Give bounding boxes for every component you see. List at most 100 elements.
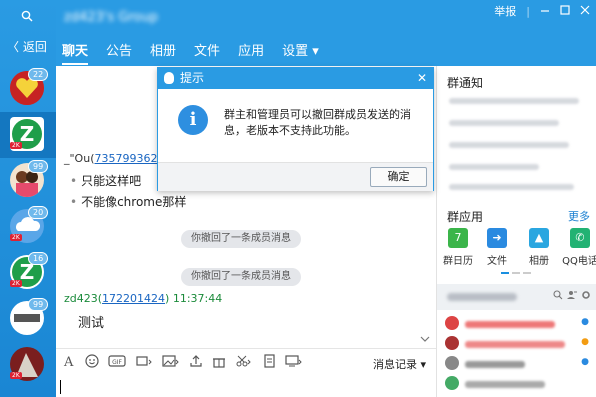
app-files[interactable]: ➜ 文件 (478, 228, 516, 267)
conversation-avatar[interactable]: 99 (0, 158, 56, 204)
member-name (465, 381, 545, 388)
gif-icon[interactable]: GIF (108, 354, 126, 372)
font-icon[interactable]: A (62, 354, 76, 372)
member-row[interactable] (445, 374, 595, 394)
sender-id-link[interactable]: 735799362 (94, 152, 157, 165)
notice-line[interactable] (449, 98, 579, 104)
screen-share-icon[interactable] (285, 354, 303, 372)
dialog-header: 提示 ✕ (158, 68, 433, 89)
app-label: 相册 (529, 256, 549, 267)
calendar-icon: 7 (448, 228, 468, 248)
close-icon[interactable]: ✕ (417, 68, 427, 89)
qq-penguin-icon (164, 72, 174, 84)
app-calendar[interactable]: 7 群日历 (439, 228, 477, 267)
unread-badge: 22 (28, 68, 49, 81)
file-icon: ➜ (487, 228, 507, 248)
member-name (465, 361, 525, 368)
window-controls: 举报 | (494, 3, 590, 19)
member-row[interactable]: ● (445, 354, 595, 374)
text-caret (60, 380, 61, 394)
sender-id-link[interactable]: 172201424 (102, 292, 165, 305)
search-icon[interactable] (20, 10, 34, 24)
message-text: 只能这样吧 (70, 172, 141, 189)
info-dialog: 提示 ✕ i 群主和管理员可以撤回群成员发送的消息，老版本不支持此功能。 确定 (157, 67, 434, 191)
conversation-avatar[interactable]: 20 2K (0, 204, 56, 250)
tab-album[interactable]: 相册 (150, 40, 176, 65)
member-badge-icon: ● (581, 357, 589, 367)
group-title: zd423's Group (64, 10, 158, 25)
sidebar: 〈 返回 22 Z 2K 99 20 2K Z 16 2K 99 2K (0, 0, 56, 397)
message-text: 测试 (78, 316, 105, 331)
header: zd423's Group 举报 | 聊天 公告 相册 文件 应用 设置 ▾ (56, 0, 596, 66)
svg-text:A: A (63, 355, 74, 368)
app-qq-call[interactable]: ✆ QQ电话 (561, 228, 596, 267)
app-album[interactable]: ▲ 相册 (520, 228, 558, 267)
group-apps-title: 群应用 (447, 210, 484, 224)
message-input[interactable] (56, 376, 436, 397)
unread-badge: 20 (28, 206, 49, 219)
member-badge-icon: ● (581, 317, 589, 327)
sender-name: zd423( (64, 292, 103, 305)
conversation-avatar-active[interactable]: Z 2K (0, 112, 56, 158)
conversation-avatar[interactable]: 2K (0, 342, 56, 388)
tab-files[interactable]: 文件 (194, 40, 220, 65)
phone-icon: ✆ (570, 228, 590, 248)
dialog-footer: 确定 (158, 162, 433, 191)
scroll-down-icon[interactable] (420, 335, 430, 346)
sender-name: _"Ou( (64, 152, 95, 165)
separator: | (526, 4, 530, 18)
more-apps-link[interactable]: 更多 (568, 208, 590, 224)
conversation-avatar[interactable]: 99 (0, 296, 56, 342)
report-link[interactable]: 举报 (494, 3, 516, 19)
tab-announcement[interactable]: 公告 (106, 40, 132, 65)
conversation-avatar[interactable]: 22 (0, 66, 56, 112)
search-icon[interactable] (553, 290, 563, 303)
tab-apps[interactable]: 应用 (238, 40, 264, 65)
back-button[interactable]: 〈 返回 (7, 38, 47, 55)
notice-line[interactable] (449, 142, 569, 148)
recall-notice: 你撤回了一条成员消息 (181, 268, 301, 286)
conversation-list: 22 Z 2K 99 20 2K Z 16 2K 99 2K (0, 66, 56, 388)
svg-text:GIF: GIF (112, 359, 122, 366)
screenshot-icon[interactable] (135, 354, 153, 372)
maximize-icon[interactable] (560, 4, 570, 18)
right-panel: 群通知 群应用 更多 7 群日历 ➜ 文件 ▲ 相册 ✆ QQ电话 ● ● ● (436, 66, 596, 397)
page-dot (501, 272, 509, 274)
image-icon[interactable] (162, 354, 180, 372)
emoji-icon[interactable] (85, 353, 99, 372)
message-time: ) 11:37:44 (165, 292, 223, 305)
photo-icon: ▲ (529, 228, 549, 248)
notice-line[interactable] (449, 184, 574, 190)
page-dot (523, 272, 531, 274)
recall-notice: 你撤回了一条成员消息 (181, 230, 301, 248)
tab-settings[interactable]: 设置 ▾ (282, 40, 319, 65)
minimize-icon[interactable] (540, 5, 550, 18)
gift-icon[interactable] (212, 354, 226, 372)
member-badge-icon: ● (581, 337, 589, 347)
message-history-button[interactable]: 消息记录 ▾ (373, 356, 426, 372)
settings-icon[interactable] (581, 290, 591, 303)
notice-line[interactable] (449, 164, 539, 170)
member-row[interactable]: ● (445, 314, 595, 334)
qq-group-window: 〈 返回 22 Z 2K 99 20 2K Z 16 2K 99 2K zd42… (0, 0, 596, 397)
member-row[interactable]: ● (445, 334, 595, 354)
tab-chat[interactable]: 聊天 (62, 40, 89, 65)
doc-icon[interactable] (262, 353, 276, 372)
avatar (445, 316, 459, 330)
notice-line[interactable] (449, 120, 559, 126)
dialog-title: 提示 (180, 71, 205, 85)
upload-icon[interactable] (189, 354, 203, 372)
ok-button[interactable]: 确定 (370, 167, 427, 187)
page-indicator (501, 272, 531, 274)
corner-tag: 2K (10, 142, 22, 149)
tab-bar: 聊天 公告 相册 文件 应用 设置 ▾ (62, 40, 319, 65)
scissors-icon[interactable] (235, 354, 253, 372)
member-name (465, 341, 565, 348)
close-icon[interactable] (580, 5, 590, 18)
dialog-body: i 群主和管理员可以撤回群成员发送的消息，老版本不支持此功能。 (158, 89, 433, 162)
group-notice-title: 群通知 (447, 76, 484, 90)
members-header (437, 284, 596, 310)
conversation-avatar[interactable]: Z 16 2K (0, 250, 56, 296)
avatar (445, 336, 459, 350)
add-member-icon[interactable] (567, 290, 577, 303)
